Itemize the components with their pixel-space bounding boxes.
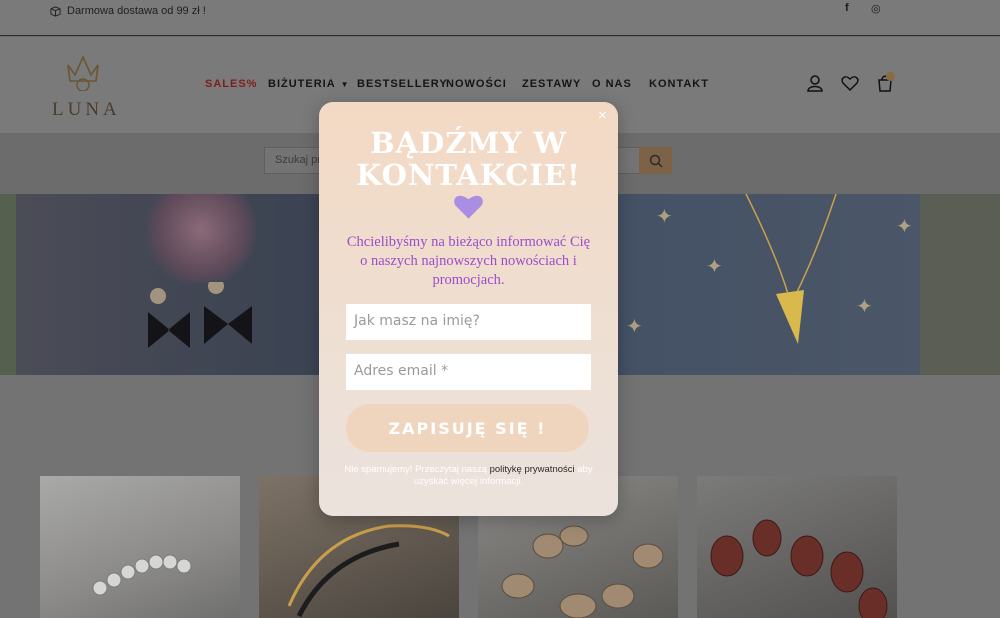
subscribe-button[interactable]: ZAPISUJĘ SIĘ ! <box>346 404 589 452</box>
heart-icon <box>454 195 483 219</box>
package-icon <box>50 5 61 17</box>
product-image <box>92 554 192 596</box>
shipping-text: Darmowa dostawa od 99 zł ! <box>67 5 206 17</box>
sparkle-icon: ✦ <box>656 206 673 228</box>
disclaimer-text: Nie spamujemy! Przeczytaj naszą <box>344 464 490 475</box>
privacy-disclaimer: Nie spamujemy! Przeczytaj naszą politykę… <box>333 464 604 488</box>
nav-item-bestsellery[interactable]: BESTSELLERY <box>357 78 448 90</box>
banner-flowers <box>146 194 256 284</box>
privacy-policy-link[interactable]: politykę prywatności <box>490 464 575 475</box>
necklace-image <box>745 194 837 344</box>
banner-edge <box>920 194 1000 375</box>
logo-text: LUNA <box>52 99 121 120</box>
popup-message: Chcielibyśmy na bieżąco informować Cię o… <box>346 234 591 288</box>
close-icon[interactable]: × <box>598 107 607 124</box>
heart-icon[interactable] <box>841 74 859 92</box>
chevron-down-icon: ▼ <box>340 80 350 89</box>
nav-item-sales[interactable]: SALES% <box>205 78 257 90</box>
nav-item-o-nas[interactable]: O NAS <box>592 78 632 90</box>
nav-item-label: BIŻUTERIA <box>268 78 336 90</box>
cart-count-badge <box>886 72 895 81</box>
product-image <box>710 519 888 618</box>
product-card[interactable] <box>697 476 897 618</box>
instagram-icon[interactable]: ◎ <box>871 2 881 15</box>
newsletter-popup: × BĄDŹMY W KONTAKCIE! Chcielibyśmy na bi… <box>319 102 618 516</box>
shipping-notice: Darmowa dostawa od 99 zł ! <box>50 5 206 17</box>
email-field[interactable]: Adres email * <box>346 354 591 390</box>
product-card[interactable] <box>40 476 240 618</box>
crown-icon <box>67 55 99 91</box>
popup-title: BĄDŹMY W KONTAKCIE! <box>356 126 581 192</box>
search-button[interactable] <box>639 147 672 174</box>
logo[interactable]: LUNA <box>48 47 118 122</box>
name-field[interactable]: Jak masz na imię? <box>346 304 591 340</box>
earrings-image <box>148 282 252 348</box>
facebook-icon[interactable]: f <box>845 2 849 14</box>
sparkle-icon: ✦ <box>706 256 723 278</box>
nav-item-zestawy[interactable]: ZESTAWY <box>522 78 581 90</box>
sparkle-icon: ✦ <box>856 296 873 318</box>
sparkle-icon: ✦ <box>896 216 913 238</box>
nav-item-kontakt[interactable]: KONTAKT <box>649 78 709 90</box>
search-icon <box>649 154 663 168</box>
top-bar: Darmowa dostawa od 99 zł ! f ◎ <box>0 0 1000 36</box>
user-icon[interactable] <box>806 74 824 92</box>
nav-item-bizuteria[interactable]: BIŻUTERIA ▼ <box>268 78 350 90</box>
nav-item-nowosci[interactable]: NOWOŚCI <box>446 78 507 90</box>
banner-edge <box>0 194 16 375</box>
sparkle-icon: ✦ <box>626 316 643 338</box>
